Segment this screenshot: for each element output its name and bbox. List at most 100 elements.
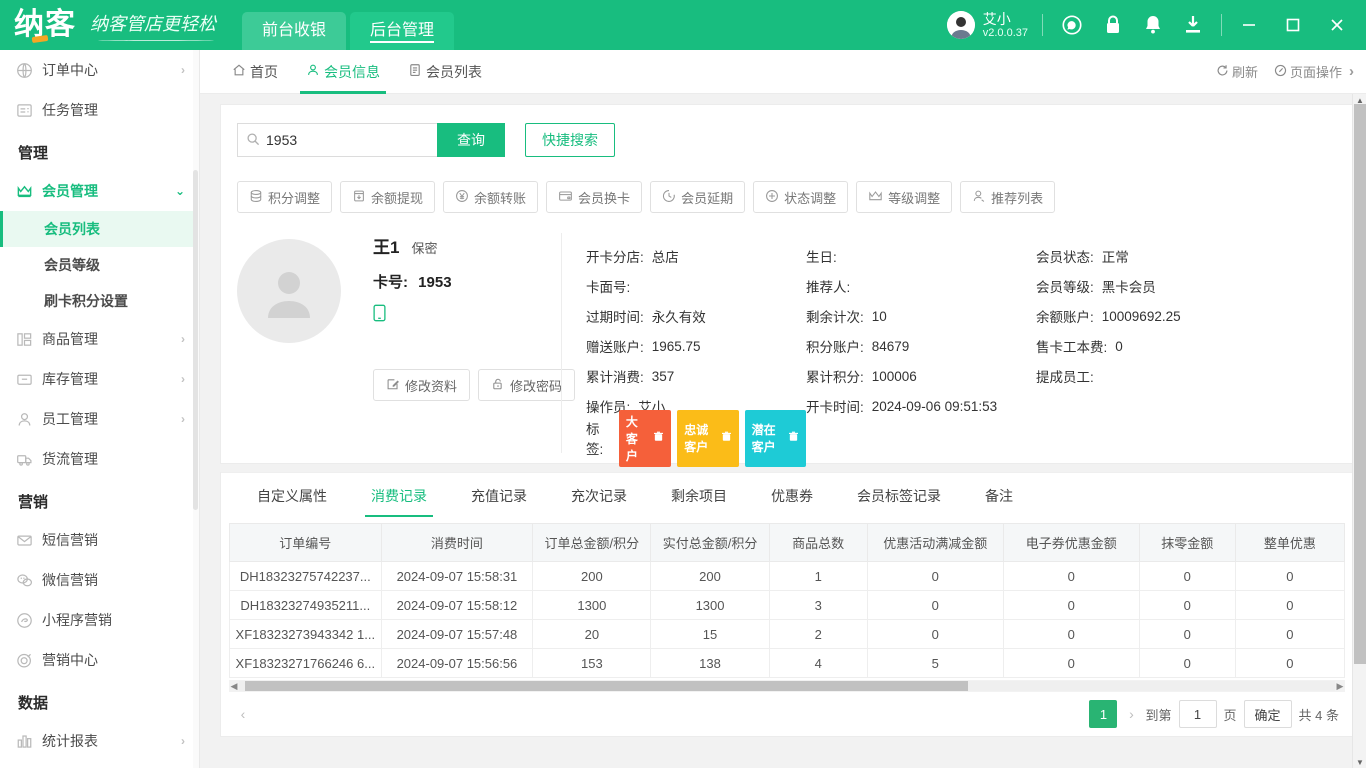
- tab-member-tag-records[interactable]: 会员标签记录: [835, 473, 963, 517]
- trash-icon[interactable]: [653, 431, 664, 445]
- tab-coupons[interactable]: 优惠券: [749, 473, 835, 517]
- sidebar-item-inventory-management[interactable]: 库存管理 ›: [0, 359, 199, 399]
- sidebar-item-staff-management[interactable]: 员工管理 ›: [0, 399, 199, 439]
- status-adjust-button[interactable]: 状态调整: [753, 181, 848, 213]
- quick-search-button[interactable]: 快捷搜索: [525, 123, 615, 157]
- sidebar-item-card-points-settings[interactable]: 刷卡积分设置: [0, 283, 199, 319]
- sidebar-scrollbar[interactable]: [193, 50, 199, 768]
- balance-withdraw-button[interactable]: 余额提现: [340, 181, 435, 213]
- bc-tab-member-info-label: 会员信息: [324, 62, 380, 82]
- hscroll-track[interactable]: [239, 681, 1335, 691]
- table-horizontal-scrollbar[interactable]: ◀ ▶: [229, 680, 1345, 692]
- tab-remarks[interactable]: 备注: [963, 473, 1035, 517]
- sidebar-item-statistics-reports[interactable]: 统计报表 ›: [0, 721, 199, 761]
- tab-label: 消费记录: [371, 488, 427, 504]
- col-promo-discount[interactable]: 优惠活动满减金额: [867, 524, 1003, 562]
- table-row[interactable]: DH18323274935211... 2024-09-07 15:58:12 …: [230, 591, 1345, 620]
- points-adjust-button[interactable]: 积分调整: [237, 181, 332, 213]
- sidebar-item-label: 小程序营销: [42, 610, 185, 630]
- col-paid-total[interactable]: 实付总金额/积分: [651, 524, 769, 562]
- level-adjust-button[interactable]: 等级调整: [856, 181, 952, 213]
- vscroll-thumb[interactable]: [1354, 104, 1366, 664]
- table-row[interactable]: XF18323271766246 6... 2024-09-07 15:56:5…: [230, 649, 1345, 678]
- tag-loyal-customer[interactable]: 忠诚客户: [677, 410, 738, 467]
- sidebar-item-label: 货流管理: [42, 449, 185, 469]
- sidebar-item-member-management[interactable]: 会员管理 ⌄: [0, 171, 199, 211]
- page-ops-button[interactable]: 页面操作 ›: [1274, 62, 1354, 81]
- search-input[interactable]: [266, 132, 429, 148]
- tab-times-recharge-records[interactable]: 充次记录: [549, 473, 649, 517]
- search-field[interactable]: [237, 123, 437, 157]
- records-table: 订单编号 消费时间 订单总金额/积分 实付总金额/积分 商品总数 优惠活动满减金…: [229, 523, 1345, 678]
- sidebar-item-sms-marketing[interactable]: 短信营销: [0, 520, 199, 560]
- referral-list-button[interactable]: 推荐列表: [960, 181, 1055, 213]
- sidebar-item-goods-management[interactable]: 商品管理 ›: [0, 319, 199, 359]
- maximize-icon[interactable]: [1284, 16, 1302, 34]
- hscroll-thumb[interactable]: [245, 681, 968, 691]
- balance-transfer-button[interactable]: 余额转账: [443, 181, 538, 213]
- col-order-no[interactable]: 订单编号: [230, 524, 382, 562]
- tab-custom-attributes[interactable]: 自定义属性: [235, 473, 349, 517]
- sidebar-item-order-center[interactable]: 订单中心 ›: [0, 50, 199, 90]
- goto-confirm-button[interactable]: 确定: [1244, 700, 1292, 728]
- goto-page-input[interactable]: 1: [1179, 700, 1217, 728]
- cell: 200: [651, 562, 769, 591]
- sidebar-item-wechat-marketing[interactable]: 微信营销: [0, 560, 199, 600]
- bc-tab-member-info[interactable]: 会员信息: [292, 50, 394, 94]
- tab-remaining-items[interactable]: 剩余项目: [649, 473, 749, 517]
- col-whole-order-discount[interactable]: 整单优惠: [1235, 524, 1344, 562]
- bell-icon[interactable]: [1143, 14, 1163, 36]
- next-page-button[interactable]: ›: [1117, 700, 1145, 728]
- query-button[interactable]: 查询: [437, 123, 505, 157]
- tag-potential-customer[interactable]: 潜在客户: [745, 410, 806, 467]
- member-change-card-button[interactable]: 会员换卡: [546, 181, 642, 213]
- trash-icon[interactable]: [721, 431, 732, 445]
- lock-icon[interactable]: [1103, 14, 1123, 36]
- op-label: 余额转账: [474, 188, 526, 207]
- col-consume-time[interactable]: 消费时间: [381, 524, 533, 562]
- bc-tab-home[interactable]: 首页: [218, 50, 292, 94]
- close-icon[interactable]: [1328, 16, 1346, 34]
- scroll-left-icon[interactable]: ◀: [229, 681, 239, 692]
- sidebar-item-logistics-management[interactable]: 货流管理: [0, 439, 199, 479]
- mail-icon: [16, 532, 36, 549]
- sidebar-item-marketing-center[interactable]: 营销中心: [0, 640, 199, 680]
- tab-frontdesk-cashier[interactable]: 前台收银: [242, 12, 346, 50]
- bc-tab-member-list[interactable]: 会员列表: [394, 50, 496, 94]
- col-evoucher-discount[interactable]: 电子券优惠金额: [1003, 524, 1139, 562]
- page-1-button[interactable]: 1: [1089, 700, 1117, 728]
- sidebar-item-task-management[interactable]: 任务管理: [0, 90, 199, 130]
- main-vertical-scrollbar[interactable]: ▲ ▼: [1352, 94, 1366, 768]
- info-label: 积分账户:: [806, 336, 864, 356]
- table-row[interactable]: DH18323275742237... 2024-09-07 15:58:31 …: [230, 562, 1345, 591]
- info-label: 卡面号:: [586, 276, 630, 296]
- phone-icon[interactable]: [373, 304, 561, 327]
- scroll-right-icon[interactable]: ▶: [1335, 681, 1345, 692]
- col-rounding[interactable]: 抹零金额: [1139, 524, 1235, 562]
- tab-recharge-records[interactable]: 充值记录: [449, 473, 549, 517]
- sidebar-scrollbar-thumb[interactable]: [193, 170, 198, 510]
- user-menu[interactable]: 艾小 v2.0.0.37: [947, 11, 1042, 40]
- operation-toolbar: 积分调整 余额提现 余额转账 会员换卡: [221, 173, 1353, 227]
- sidebar-item-member-list[interactable]: 会员列表: [0, 211, 199, 247]
- headset-icon[interactable]: [1061, 14, 1083, 36]
- tab-consumption-records[interactable]: 消费记录: [349, 473, 449, 517]
- edit-profile-button[interactable]: 修改资料: [373, 369, 470, 401]
- scroll-down-icon[interactable]: ▼: [1353, 756, 1366, 768]
- minimize-icon[interactable]: [1240, 16, 1258, 34]
- table-row[interactable]: XF18323273943342 1... 2024-09-07 15:57:4…: [230, 620, 1345, 649]
- col-goods-count[interactable]: 商品总数: [769, 524, 867, 562]
- prev-page-button[interactable]: ‹: [229, 700, 257, 728]
- cell: 0: [1139, 620, 1235, 649]
- tag-big-customer[interactable]: 大客户: [619, 410, 671, 467]
- download-icon[interactable]: [1183, 14, 1203, 36]
- refresh-button[interactable]: 刷新: [1216, 62, 1258, 81]
- member-extend-button[interactable]: 会员延期: [650, 181, 745, 213]
- col-order-total[interactable]: 订单总金额/积分: [533, 524, 651, 562]
- page-ops-icon: [1274, 64, 1287, 80]
- sidebar-item-member-level[interactable]: 会员等级: [0, 247, 199, 283]
- tab-backend-management[interactable]: 后台管理: [350, 12, 454, 50]
- sidebar-item-miniapp-marketing[interactable]: 小程序营销: [0, 600, 199, 640]
- trash-icon[interactable]: [788, 431, 799, 445]
- op-label: 余额提现: [371, 188, 423, 207]
